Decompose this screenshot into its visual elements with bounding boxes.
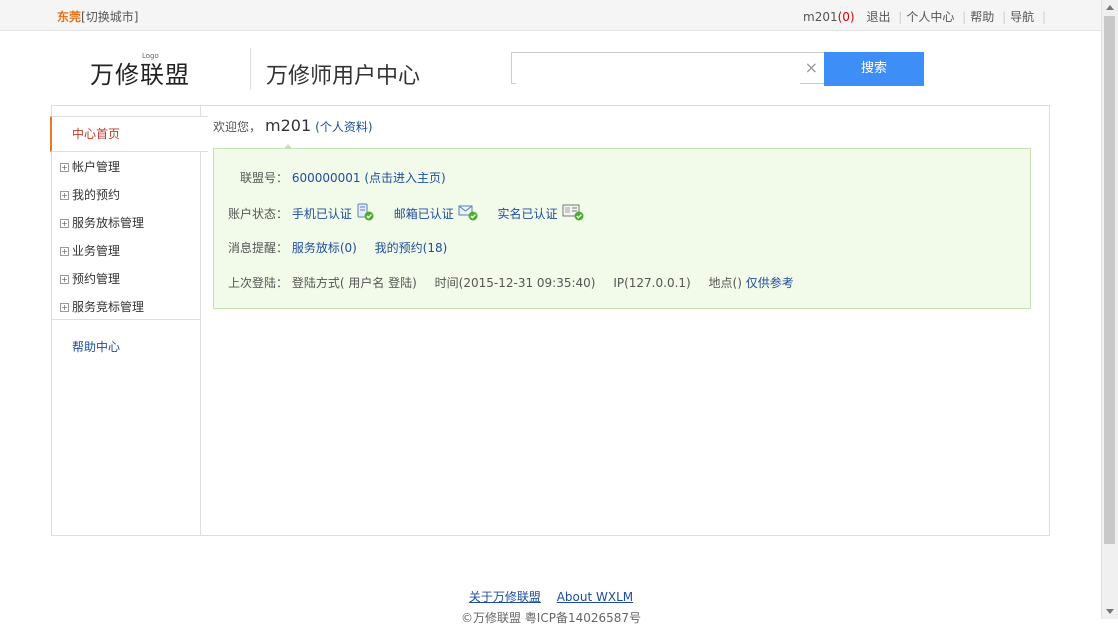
sidebar-item-bid-posting[interactable]: + 服务放标管理 [60, 214, 144, 231]
sidebar-item-label: 业务管理 [72, 244, 121, 258]
login-method: 登陆方式( 用户名 登陆) [291, 276, 417, 290]
expand-icon: + [60, 191, 69, 200]
realname-verified-icon [562, 203, 584, 224]
switch-city-link[interactable]: [切换城市] [81, 10, 138, 24]
member-label: 联盟号： [240, 171, 289, 185]
scroll-down-icon[interactable] [1106, 609, 1114, 614]
sidebar-item-business[interactable]: + 业务管理 [60, 242, 120, 259]
member-row: 联盟号： 600000001 (点击进入主页) [240, 169, 446, 186]
account-info-box: 联盟号： 600000001 (点击进入主页) 账户状态： 手机已认证 邮箱已认… [213, 148, 1031, 309]
expand-icon: + [60, 275, 69, 284]
message-row: 消息提醒： 服务放标(0) 我的预约(18) [228, 239, 447, 256]
expand-icon: + [60, 303, 69, 312]
phone-verified-icon [356, 203, 374, 224]
status-label: 账户状态： [228, 207, 289, 221]
help-center-link[interactable]: 帮助中心 [72, 338, 120, 355]
separator: | [1041, 10, 1046, 24]
logout-link[interactable]: 退出 [866, 10, 890, 24]
copyright: ©万修联盟 粤ICP备14026587号 [460, 611, 642, 625]
vertical-scrollbar[interactable] [1101, 0, 1118, 619]
sidebar-item-bidding[interactable]: + 服务竞标管理 [60, 298, 144, 315]
help-link[interactable]: 帮助 [970, 10, 994, 24]
search-box: × [511, 52, 824, 84]
user-center-link[interactable]: 个人中心 [906, 10, 954, 24]
current-city: 东莞 [57, 10, 82, 24]
about-cn-link[interactable]: 关于万修联盟 [469, 590, 541, 604]
profile-link[interactable]: (个人资料) [315, 120, 372, 134]
phone-verified-link[interactable]: 手机已认证 [292, 207, 352, 221]
bids-message-link[interactable]: 服务放标(0) [292, 241, 357, 255]
sidebar-item-appointments[interactable]: + 我的预约 [60, 186, 120, 203]
last-login-row: 上次登陆： 登陆方式( 用户名 登陆) 时间(2015-12-31 09:35:… [228, 274, 794, 291]
separator: | [1002, 10, 1007, 24]
clear-icon[interactable]: × [805, 60, 818, 76]
nav-link[interactable]: 导航 [1010, 10, 1034, 24]
footer-links: 关于万修联盟 About WXLM [0, 588, 1102, 605]
last-login-label: 上次登陆： [228, 276, 289, 290]
sidebar-item-account[interactable]: + 帐户管理 [60, 158, 120, 175]
city-selector: 东莞[切换城市] [57, 8, 138, 25]
search-button[interactable]: 搜索 [824, 52, 924, 86]
appointments-message-link[interactable]: 我的预约(18) [375, 241, 448, 255]
status-row: 账户状态： 手机已认证 邮箱已认证 实名已认证 [228, 203, 600, 224]
scroll-thumb[interactable] [1104, 16, 1115, 544]
login-ref-link[interactable]: 仅供参考 [746, 276, 794, 290]
sidebar-item-label: 预约管理 [72, 272, 121, 286]
sidebar-item-booking[interactable]: + 预约管理 [60, 270, 120, 287]
welcome-text: 欢迎您， [213, 120, 262, 134]
login-ip: IP(127.0.0.1) [613, 276, 691, 290]
expand-icon: + [60, 219, 69, 228]
sidebar: 中心首页 + 帐户管理 + 我的预约 + 服务放标管理 + 业务管理 + 预约管理 + 服务… [50, 106, 208, 535]
scroll-up-icon[interactable] [1106, 5, 1114, 10]
expand-icon: + [60, 247, 69, 256]
page-title: 万修师用户中心 [266, 64, 421, 89]
separator: | [962, 10, 967, 24]
separator: | [898, 10, 903, 24]
site-logo[interactable]: 万修联盟 [90, 55, 190, 90]
sidebar-item-label: 中心首页 [72, 127, 121, 141]
email-verified-link[interactable]: 邮箱已认证 [394, 207, 454, 221]
user-links: m201(0) 退出 | 个人中心 | 帮助 | 导航 | [803, 8, 1050, 25]
sidebar-divider [52, 319, 200, 320]
search-input[interactable] [516, 54, 800, 84]
login-time: 时间(2015-12-31 09:35:40) [434, 276, 596, 290]
sidebar-item-label: 帐户管理 [72, 160, 121, 174]
member-id-link[interactable]: 600000001 (点击进入主页) [292, 171, 446, 185]
realname-verified-link[interactable]: 实名已认证 [498, 207, 558, 221]
sidebar-item-label: 服务竞标管理 [72, 300, 145, 314]
username-link[interactable]: m201 [803, 10, 838, 24]
header-divider [250, 48, 251, 90]
email-verified-icon [458, 203, 478, 224]
message-count[interactable]: (0) [838, 10, 855, 24]
welcome-line: 欢迎您， m201 (个人资料) [213, 116, 373, 135]
sidebar-item-home[interactable]: 中心首页 [50, 116, 208, 152]
welcome-username: m201 [265, 116, 312, 135]
top-bar: 东莞[切换城市] m201(0) 退出 | 个人中心 | 帮助 | 导航 | [0, 0, 1102, 31]
about-en-link[interactable]: About WXLM [557, 590, 633, 604]
msg-label: 消息提醒： [228, 241, 289, 255]
expand-icon: + [60, 163, 69, 172]
sidebar-item-label: 服务放标管理 [72, 216, 145, 230]
sidebar-item-label: 我的预约 [72, 188, 121, 202]
login-place: 地点() [708, 276, 742, 290]
main-frame: 中心首页 + 帐户管理 + 我的预约 + 服务放标管理 + 业务管理 + 预约管理 + 服务… [50, 105, 1050, 536]
